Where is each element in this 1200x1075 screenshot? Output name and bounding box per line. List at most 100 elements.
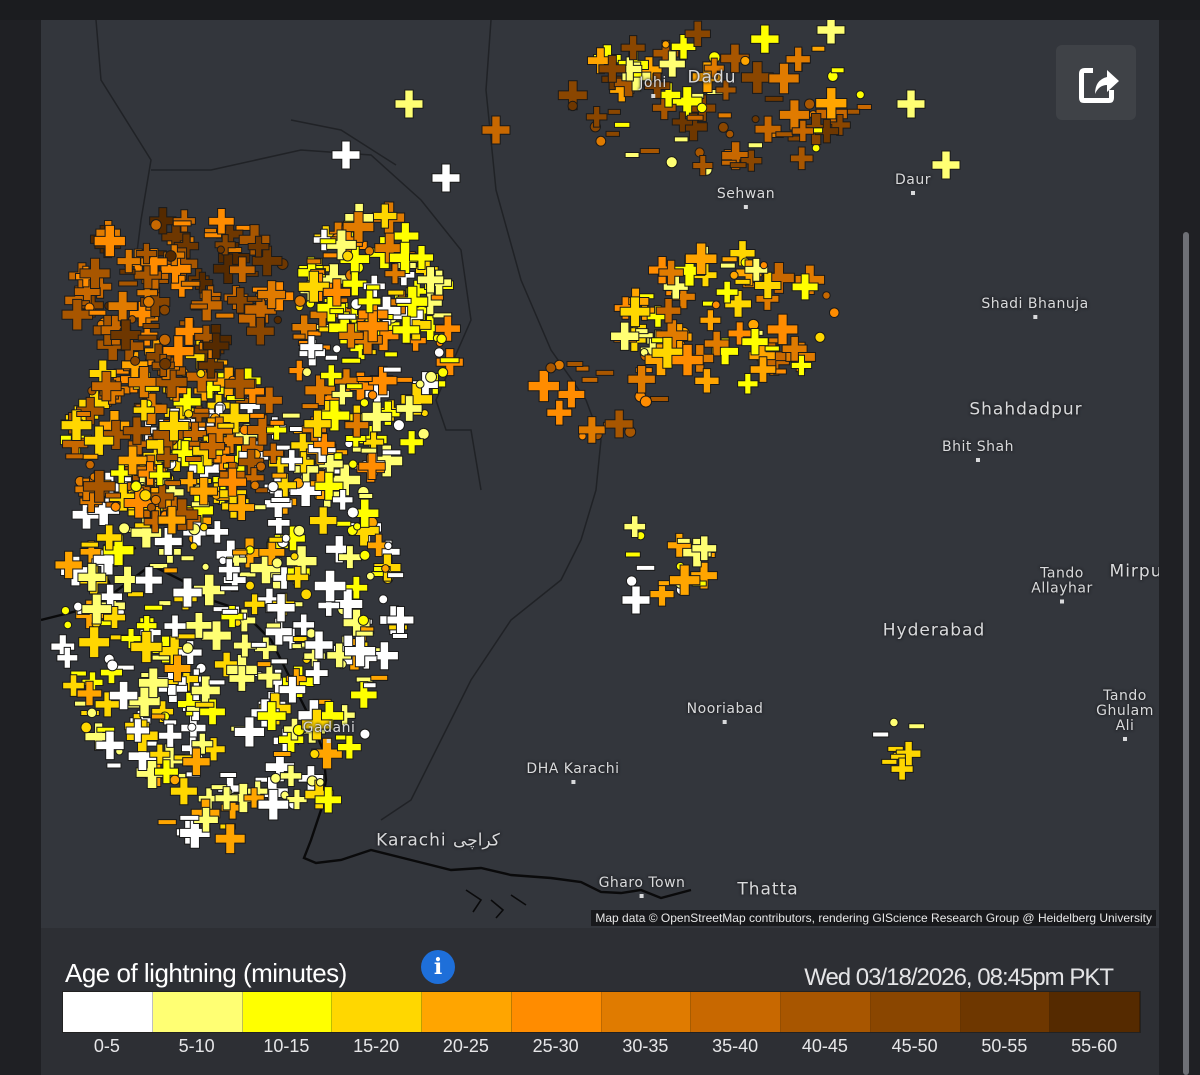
- lightning-strike-marker: [686, 114, 704, 121]
- lightning-strike-marker: [319, 238, 337, 245]
- lightning-strike-marker: [81, 453, 99, 460]
- lightning-strike-marker: [216, 245, 225, 254]
- lightning-strike-marker: [233, 716, 266, 748]
- lightning-strike-marker: [254, 636, 278, 661]
- lightning-strike-marker: [717, 122, 729, 133]
- legend-label: 30-35: [622, 1036, 669, 1056]
- legend-swatch-5-10: [152, 992, 243, 1032]
- place-label-johi: Johi: [639, 76, 666, 98]
- lightning-strike-marker: [142, 322, 160, 329]
- lightning-strike-marker: [417, 427, 430, 440]
- legend-label: 10-15: [263, 1036, 310, 1056]
- lightning-strike-marker: [384, 541, 393, 551]
- lightning-strikes: [50, 20, 961, 855]
- lightning-strike-marker: [383, 366, 402, 373]
- lightning-strike-marker: [130, 355, 141, 366]
- lightning-strike-marker: [269, 419, 285, 426]
- lightning-strike-marker: [437, 367, 449, 378]
- info-icon[interactable]: i: [421, 950, 455, 984]
- legend-label: 35-40: [712, 1036, 759, 1056]
- lightning-strike-marker: [86, 707, 98, 719]
- place-label-karachi: Karachi كراچی: [376, 830, 500, 851]
- legend-swatch-40-45: [781, 992, 871, 1032]
- lightning-strike-marker: [329, 308, 345, 315]
- scrollbar-thumb[interactable]: [1183, 232, 1189, 1075]
- place-label-tando-allayhar: Tando Allayhar: [1027, 566, 1097, 604]
- lightning-strike-marker: [324, 354, 339, 361]
- lightning-strike-marker: [180, 280, 201, 287]
- lightning-strike-marker: [273, 315, 283, 325]
- lightning-strike-marker: [271, 472, 288, 479]
- lightning-strike-marker: [360, 447, 378, 454]
- lightning-strike-marker: [159, 304, 171, 316]
- lightning-strike-marker: [415, 379, 425, 389]
- lightning-strike-marker: [699, 309, 722, 332]
- lightning-strike-marker: [183, 409, 194, 419]
- lightning-strike-marker: [811, 143, 821, 153]
- lightning-strike-marker: [290, 552, 299, 561]
- lightning-strike-marker: [725, 129, 735, 139]
- lightning-strike-marker: [785, 46, 811, 72]
- lightning-strike-marker: [585, 106, 608, 128]
- lightning-strike-marker: [337, 313, 357, 320]
- lightning-strike-marker: [250, 480, 260, 491]
- lightning-strike-marker: [353, 522, 362, 531]
- lightning-strike-marker: [425, 370, 438, 383]
- legend-swatch-45-50: [870, 992, 961, 1032]
- lightning-strike-marker: [219, 772, 238, 778]
- place-label-tando-ghulam-ali: Tando Ghulam Ali: [1090, 689, 1159, 741]
- lightning-strike-marker: [253, 504, 267, 511]
- lightning-strike-marker: [309, 506, 338, 535]
- lightning-strike-marker: [118, 522, 131, 535]
- lightning-strike-marker: [309, 749, 320, 759]
- lightning-strike-marker: [357, 614, 369, 626]
- lightning-strike-marker: [729, 270, 739, 280]
- legend-label: 20-25: [442, 1036, 489, 1056]
- lightning-strike-marker: [367, 390, 378, 400]
- lightning-strike-marker: [189, 542, 198, 551]
- place-label-shahdadpur: Shahdadpur: [969, 399, 1083, 420]
- lightning-strike-marker: [348, 459, 358, 469]
- lightning-strike-marker: [625, 551, 641, 558]
- lightning-strike-marker: [342, 250, 354, 262]
- lightning-strike-marker: [60, 605, 71, 616]
- lightning-strike-marker: [661, 40, 670, 49]
- lightning-strike-marker: [381, 564, 390, 573]
- legend-swatch-15-20: [332, 992, 422, 1032]
- lightning-strike-marker: [88, 309, 107, 316]
- legend-swatch-55-60: [1050, 992, 1140, 1032]
- lightning-strike-marker: [300, 588, 313, 601]
- lightning-strike-marker: [159, 357, 172, 370]
- lightning-strike-marker: [302, 367, 312, 378]
- legend-labels: 0-5 5-10 10-15 15-20 20-25 25-30 30-35 35-40 40-…: [62, 1036, 1139, 1057]
- lightning-strike-marker: [267, 481, 279, 493]
- lightning-strike-marker: [249, 412, 265, 419]
- legend-swatch-10-15: [242, 992, 333, 1032]
- share-button[interactable]: [1056, 45, 1136, 120]
- lightning-strike-marker: [359, 728, 371, 740]
- lightning-strike-marker: [676, 537, 691, 544]
- lightning-strike-marker: [215, 312, 235, 319]
- lightning-strike-marker: [696, 102, 708, 114]
- place-label-hyderabad: Hyderabad: [882, 620, 986, 641]
- lightning-strike-marker: [180, 555, 195, 562]
- lightning-strike-marker: [711, 300, 721, 310]
- lightning-strike-marker: [370, 674, 389, 681]
- map-canvas[interactable]: [41, 20, 1159, 928]
- lightning-strike-marker: [220, 585, 240, 592]
- lightning-strike-marker: [110, 501, 121, 512]
- lightning-map[interactable]: Johi Dadu Sehwan Daur Shadi Bhanuja Shah…: [41, 20, 1159, 928]
- lightning-strike-marker: [436, 333, 447, 345]
- lightning-strike-marker: [181, 642, 194, 654]
- lightning-strike-marker: [481, 115, 511, 145]
- lightning-strike-marker: [301, 403, 319, 410]
- lightning-strike-marker: [751, 115, 760, 124]
- lightning-strike-marker: [737, 373, 759, 395]
- lightning-strike-marker: [331, 140, 361, 170]
- lightning-strike-marker: [717, 112, 732, 119]
- place-label-dadu: Dadu: [687, 67, 737, 88]
- lightning-strike-marker: [268, 536, 283, 543]
- lightning-strike-marker: [639, 395, 652, 408]
- lightning-strike-marker: [931, 150, 961, 180]
- lightning-strike-marker: [199, 522, 209, 532]
